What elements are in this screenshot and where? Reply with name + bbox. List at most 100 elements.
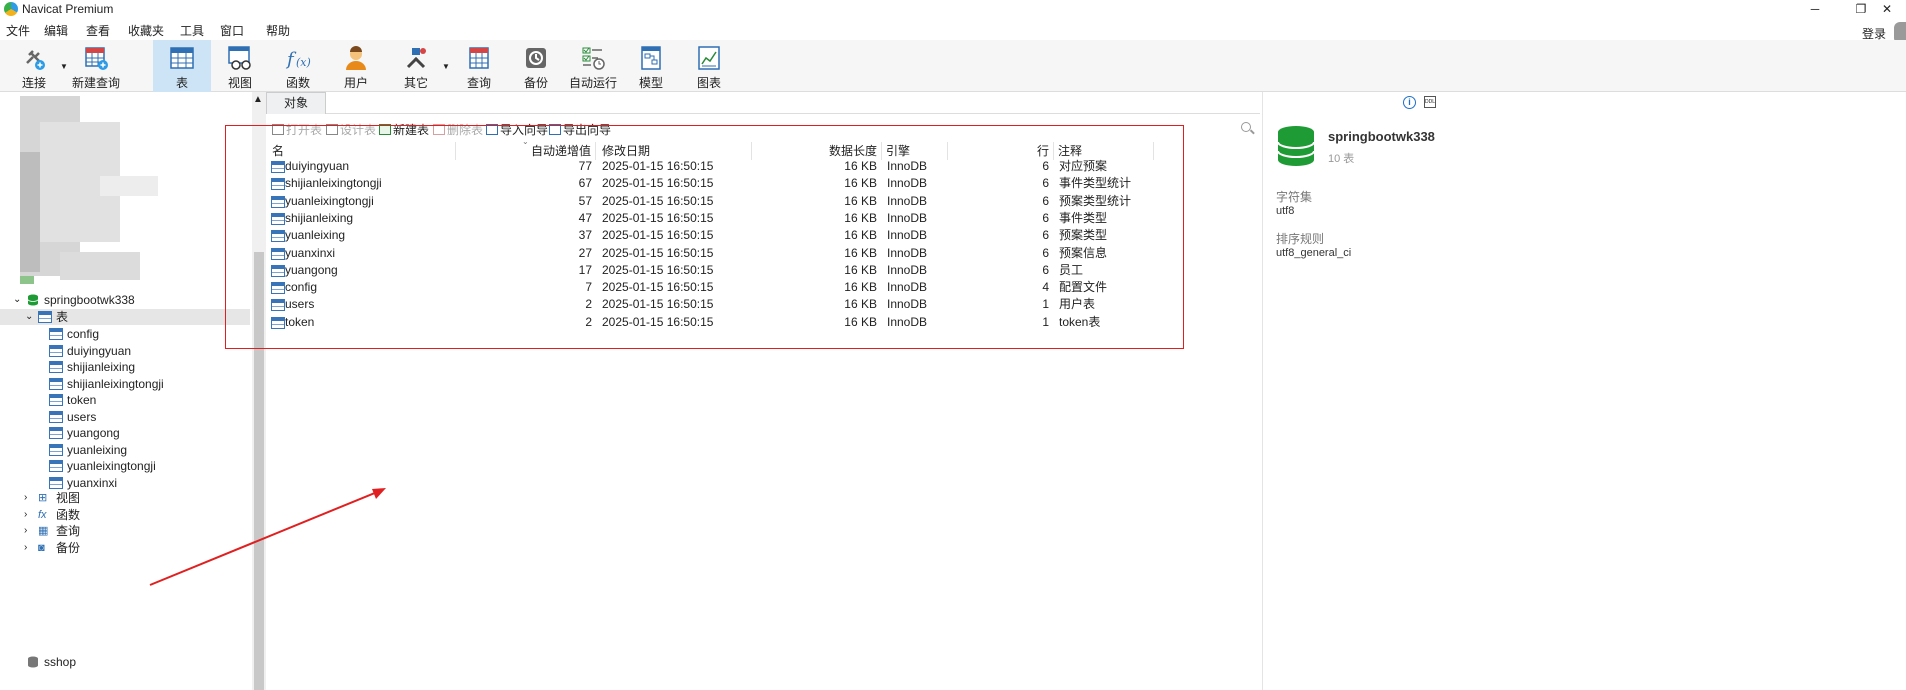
function-tool-button[interactable]: f (x) 函数 xyxy=(269,40,327,92)
tree-table-item[interactable]: token xyxy=(0,392,250,408)
tree-table-label: config xyxy=(67,327,100,341)
new-query-button[interactable]: 新建查询 xyxy=(72,40,120,92)
menu-edit[interactable]: 编辑 xyxy=(44,22,68,39)
chevron-right-icon[interactable]: › xyxy=(24,523,27,539)
info-table-count: 10 表 xyxy=(1328,153,1355,165)
menu-view[interactable]: 查看 xyxy=(86,22,110,39)
navicat-logo-icon xyxy=(4,2,18,16)
table-icon xyxy=(49,328,63,340)
table-icon xyxy=(49,427,63,439)
chart-icon xyxy=(698,46,720,70)
info-collation-value: utf8_general_ci xyxy=(1276,247,1352,259)
other-dropdown-icon[interactable]: ▼ xyxy=(442,62,450,71)
tree-database-node[interactable]: ⌄ springbootwk338 xyxy=(0,292,250,308)
table-icon xyxy=(49,344,63,357)
tree-table-item[interactable]: yuangong xyxy=(0,425,250,441)
table-icon xyxy=(49,377,63,390)
close-button[interactable]: ✕ xyxy=(1868,0,1906,18)
menu-tools[interactable]: 工具 xyxy=(180,22,204,39)
chevron-right-icon[interactable]: › xyxy=(24,507,27,523)
table-icon xyxy=(38,311,52,323)
table-icon xyxy=(49,443,63,456)
tree-node-view[interactable]: › ⊞ 视图 xyxy=(0,490,250,506)
user-tool-button[interactable]: 用户 xyxy=(327,40,385,92)
tree-database-label: springbootwk338 xyxy=(44,293,135,307)
tree-table-item[interactable]: duiyingyuan xyxy=(0,343,250,359)
menu-favorites[interactable]: 收藏夹 xyxy=(128,22,164,39)
chart-tool-button[interactable]: 图表 xyxy=(680,40,738,92)
tree-node-query[interactable]: › ▦ 查询 xyxy=(0,523,250,539)
chevron-right-icon[interactable]: › xyxy=(24,540,27,556)
tree-node-label: 备份 xyxy=(56,540,81,555)
query-icon: ▦ xyxy=(38,525,49,537)
tree-next-database[interactable]: sshop xyxy=(0,654,250,670)
tree-node-label: 函数 xyxy=(56,507,81,522)
info-panel xyxy=(1262,92,1906,690)
connection-button[interactable]: 连接 xyxy=(5,40,63,92)
navigation-pane: ⌄ springbootwk338 ⌄ 表 config duiyingyuan s… xyxy=(0,92,250,690)
menu-help[interactable]: 帮助 xyxy=(266,22,290,39)
tree-table-item[interactable]: yuanleixingtongji xyxy=(0,458,250,474)
other-tool-button[interactable]: 其它 xyxy=(387,40,445,92)
automation-icon xyxy=(582,47,605,70)
tree-tables-node[interactable]: ⌄ 表 xyxy=(0,309,250,325)
redacted-area xyxy=(100,176,158,196)
database-icon xyxy=(28,656,38,668)
menu-file[interactable]: 文件 xyxy=(6,22,30,39)
connection-dropdown-icon[interactable]: ▼ xyxy=(60,62,68,71)
view-tool-button[interactable]: 视图 xyxy=(211,40,269,92)
database-icon xyxy=(27,294,39,306)
search-icon[interactable] xyxy=(1241,122,1251,132)
chevron-down-icon[interactable]: ⌄ xyxy=(13,292,21,308)
model-tool-button[interactable]: 模型 xyxy=(622,40,680,92)
view-icon xyxy=(228,46,251,70)
tree-table-label: shijianleixing xyxy=(67,360,136,374)
info-charset-value: utf8 xyxy=(1276,205,1295,217)
info-charset-label: 字符集 xyxy=(1276,190,1313,204)
window-title: Navicat Premium xyxy=(22,2,114,16)
chevron-down-icon[interactable]: ⌄ xyxy=(25,309,33,325)
ddl-icon[interactable]: DDL xyxy=(1424,96,1436,108)
table-icon xyxy=(170,47,194,69)
table-icon xyxy=(49,410,63,423)
user-icon xyxy=(346,46,366,70)
tree-node-backup[interactable]: › ◙ 备份 xyxy=(0,540,250,556)
query-tool-button[interactable]: 查询 xyxy=(450,40,508,92)
redacted-area xyxy=(60,252,140,280)
tree-table-item[interactable]: config xyxy=(0,326,250,342)
connection-plug-icon xyxy=(26,50,45,70)
tree-node-function[interactable]: › fx 函数 xyxy=(0,507,250,523)
chevron-right-icon[interactable]: › xyxy=(24,490,27,506)
object-tab-strip: 对象 xyxy=(266,92,1260,114)
new-query-icon xyxy=(85,47,108,70)
table-icon xyxy=(49,361,63,373)
minimize-button[interactable]: ─ xyxy=(1792,0,1838,18)
backup-icon: ◙ xyxy=(38,541,45,554)
function-icon: f (x) xyxy=(285,49,311,70)
tab-objects[interactable]: 对象 xyxy=(266,92,326,114)
tree-table-label: token xyxy=(67,393,97,407)
tree-table-item[interactable]: shijianleixing xyxy=(0,359,250,375)
svg-text:(x): (x) xyxy=(296,56,311,69)
table-icon xyxy=(49,394,63,406)
annotation-highlight-box xyxy=(225,125,1184,349)
tree-table-label: yuanleixingtongji xyxy=(67,459,156,473)
menu-bar: 文件 编辑 查看 收藏夹 工具 窗口 帮助 xyxy=(0,18,1906,40)
tree-node-label: 视图 xyxy=(56,491,81,505)
automation-tool-button[interactable]: 自动运行 xyxy=(566,40,620,92)
tree-table-item[interactable]: users xyxy=(0,409,250,425)
backup-tool-button[interactable]: 备份 xyxy=(507,40,565,92)
function-icon: fx xyxy=(38,508,47,521)
tree-table-item[interactable]: shijianleixingtongji xyxy=(0,376,250,392)
table-tool-button[interactable]: 表 xyxy=(153,40,211,92)
tree-table-label: duiyingyuan xyxy=(67,343,132,358)
tree-table-item[interactable]: yuanleixing xyxy=(0,442,250,458)
backup-icon xyxy=(526,48,546,68)
tree-table-label: yuanleixing xyxy=(67,442,128,457)
menu-window[interactable]: 窗口 xyxy=(220,22,244,39)
tree-table-item[interactable]: yuanxinxi xyxy=(0,475,250,491)
main-toolbar: 连接 ▼ 新建查询 表 视图 f (x) 函数 用户 其它 ▼ 查询 备份 自动… xyxy=(0,40,1906,92)
scroll-up-icon[interactable]: ▲ xyxy=(253,94,263,105)
info-icon[interactable]: i xyxy=(1403,96,1416,109)
title-bar: Navicat Premium ─ ❐ ✕ xyxy=(0,0,1906,18)
